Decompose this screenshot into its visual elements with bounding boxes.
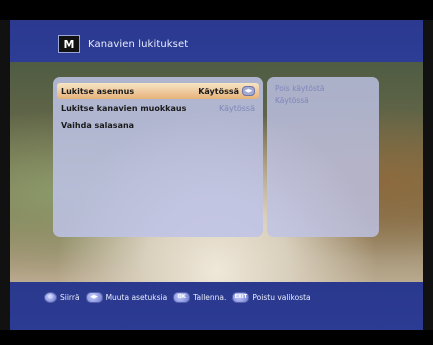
navigation-button-icon: ◎: [44, 292, 57, 303]
left-right-arrows-icon: ◀▶: [242, 86, 255, 96]
menu-item-value-text: Käytössä: [198, 86, 239, 96]
exit-button-icon: EXIT: [232, 292, 250, 303]
help-item-exit: EXIT Poistu valikosta: [232, 292, 311, 303]
help-label: Muuta asetuksia: [105, 293, 168, 302]
menu-item-lukitse-kanavien-muokkaus[interactable]: Lukitse kanavien muokkaus Käytössä: [57, 100, 259, 116]
help-item-save: OK Tallenna.: [173, 292, 226, 303]
help-label: Poistu valikosta: [252, 293, 311, 302]
menu-item-lukitse-asennus[interactable]: Lukitse asennus Käytössä ◀▶: [57, 83, 259, 99]
settings-menu: Lukitse asennus Käytössä ◀▶ Lukitse kana…: [53, 77, 263, 237]
screen-edge-right: [423, 20, 433, 330]
help-bar: ◎ Siirrä ◀▶ Muuta asetuksia OK Tallenna.…: [44, 292, 311, 303]
screen-edge-left: [0, 20, 10, 330]
menu-item-label: Vaihda salasana: [61, 120, 135, 130]
help-item-move: ◎ Siirrä: [44, 292, 80, 303]
option-item-kaytossa[interactable]: Käytössä: [275, 96, 371, 107]
screen: M Kanavien lukitukset Lukitse asennus Kä…: [0, 0, 433, 345]
menu-item-value: Käytössä ◀▶: [198, 86, 255, 96]
menu-item-label: Lukitse asennus: [61, 86, 135, 96]
left-right-button-icon: ◀▶: [85, 292, 103, 303]
title-bar: M Kanavien lukitukset: [58, 35, 188, 53]
menu-item-label: Lukitse kanavien muokkaus: [61, 103, 187, 113]
footer-background: [10, 282, 423, 330]
help-item-change-settings: ◀▶ Muuta asetuksia: [85, 292, 168, 303]
option-item-pois-kaytosta[interactable]: Pois käytöstä: [275, 84, 371, 95]
ok-button-icon: OK: [173, 292, 191, 303]
value-options-panel: Pois käytöstä Käytössä: [267, 77, 379, 237]
page-title: Kanavien lukitukset: [88, 38, 189, 50]
help-label: Tallenna.: [193, 293, 227, 302]
lock-icon: M: [58, 35, 80, 53]
menu-item-vaihda-salasana[interactable]: Vaihda salasana: [57, 117, 259, 133]
help-label: Siirrä: [60, 293, 80, 302]
title-icon-glyph: M: [63, 37, 75, 51]
menu-item-value-text: Käytössä: [218, 103, 255, 113]
menu-item-value: Käytössä: [219, 104, 255, 113]
